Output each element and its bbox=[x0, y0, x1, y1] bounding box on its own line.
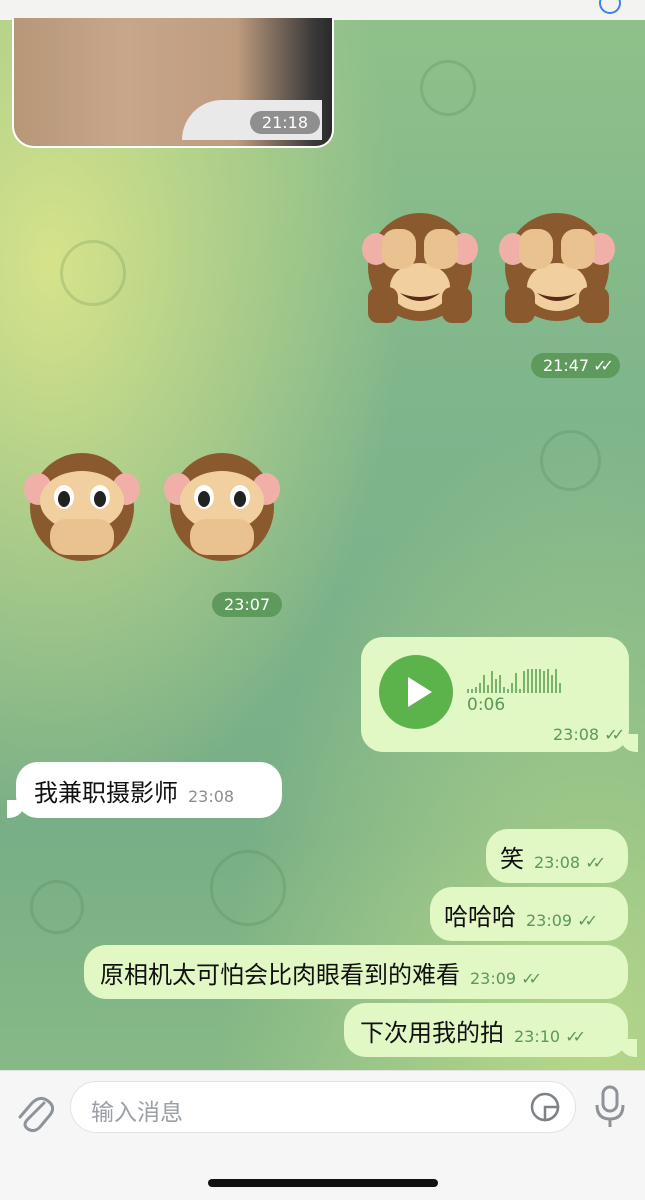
double-check-icon: ✓✓ bbox=[565, 1026, 586, 1046]
sticker-icon[interactable] bbox=[529, 1091, 561, 1123]
speak-no-evil-monkey-sticker[interactable] bbox=[22, 445, 142, 565]
message-meta: 23:09 ✓✓ bbox=[470, 968, 542, 988]
voice-duration: 0:06 bbox=[467, 695, 506, 715]
double-check-icon: ✓✓ bbox=[593, 356, 614, 375]
speak-no-evil-monkey-sticker[interactable] bbox=[162, 445, 282, 565]
message-input[interactable]: 输入消息 bbox=[70, 1081, 576, 1133]
message-meta: 23:09 ✓✓ bbox=[526, 910, 598, 930]
message-time: 23:07 bbox=[224, 595, 271, 614]
double-check-icon: ✓✓ bbox=[521, 968, 542, 988]
double-check-icon: ✓✓ bbox=[604, 725, 625, 744]
voice-message[interactable]: 0:06 23:08 ✓✓ bbox=[361, 637, 638, 752]
message-meta: 23:08 ✓✓ bbox=[552, 725, 625, 744]
wallpaper-doodle bbox=[540, 430, 601, 491]
sticker-time-pill: 21:47 ✓✓ bbox=[531, 353, 620, 378]
chat-screen: 21:18 21:47 ✓✓ 23:07 0:06 23:08 ✓✓ 我兼职摄影… bbox=[0, 0, 645, 1200]
see-no-evil-monkey-sticker[interactable] bbox=[497, 205, 617, 325]
message-time: 23:10 bbox=[514, 1026, 561, 1046]
message-time: 23:09 bbox=[470, 968, 517, 988]
wallpaper-doodle bbox=[30, 880, 84, 934]
message-time: 23:08 bbox=[534, 852, 581, 872]
see-no-evil-monkey-sticker[interactable] bbox=[360, 205, 480, 325]
outgoing-message[interactable]: 哈哈哈 23:09 ✓✓ bbox=[430, 887, 628, 941]
message-text: 下次用我的拍 bbox=[360, 1018, 504, 1047]
message-input-placeholder: 输入消息 bbox=[91, 1100, 183, 1126]
message-time: 21:47 bbox=[543, 356, 590, 375]
scroll-indicator-icon bbox=[599, 0, 621, 14]
message-text: 原相机太可怕会比肉眼看到的难看 bbox=[100, 960, 460, 989]
message-time: 23:09 bbox=[526, 910, 573, 930]
wallpaper-doodle bbox=[210, 850, 286, 926]
message-time: 23:08 bbox=[188, 786, 235, 806]
message-text: 哈哈哈 bbox=[444, 902, 516, 931]
top-status-strip bbox=[0, 0, 645, 20]
play-icon[interactable] bbox=[379, 655, 453, 729]
incoming-message[interactable]: 我兼职摄影师 23:08 bbox=[7, 762, 282, 818]
message-text: 我兼职摄影师 bbox=[34, 778, 178, 807]
message-text: 笑 bbox=[500, 844, 524, 873]
message-meta: 23:08 ✓✓ bbox=[534, 852, 606, 872]
double-check-icon: ✓✓ bbox=[577, 910, 598, 930]
photo-message[interactable]: 21:18 bbox=[12, 18, 334, 148]
sticker-time-pill: 23:07 bbox=[212, 592, 283, 617]
message-time: 23:08 bbox=[552, 725, 600, 744]
message-meta: 23:10 ✓✓ bbox=[514, 1026, 586, 1046]
voice-waveform[interactable] bbox=[467, 667, 561, 693]
wallpaper-doodle bbox=[60, 240, 126, 306]
outgoing-message[interactable]: 原相机太可怕会比肉眼看到的难看 23:09 ✓✓ bbox=[84, 945, 628, 999]
home-indicator[interactable] bbox=[208, 1179, 438, 1187]
composer-bar: 输入消息 bbox=[0, 1070, 645, 1200]
outgoing-message[interactable]: 下次用我的拍 23:10 ✓✓ bbox=[344, 1003, 637, 1057]
message-time: 21:18 bbox=[249, 111, 320, 134]
microphone-icon[interactable] bbox=[592, 1085, 628, 1129]
paperclip-icon[interactable] bbox=[14, 1089, 54, 1133]
wallpaper-doodle bbox=[420, 60, 476, 116]
double-check-icon: ✓✓ bbox=[585, 852, 606, 872]
outgoing-message[interactable]: 笑 23:08 ✓✓ bbox=[486, 829, 628, 883]
